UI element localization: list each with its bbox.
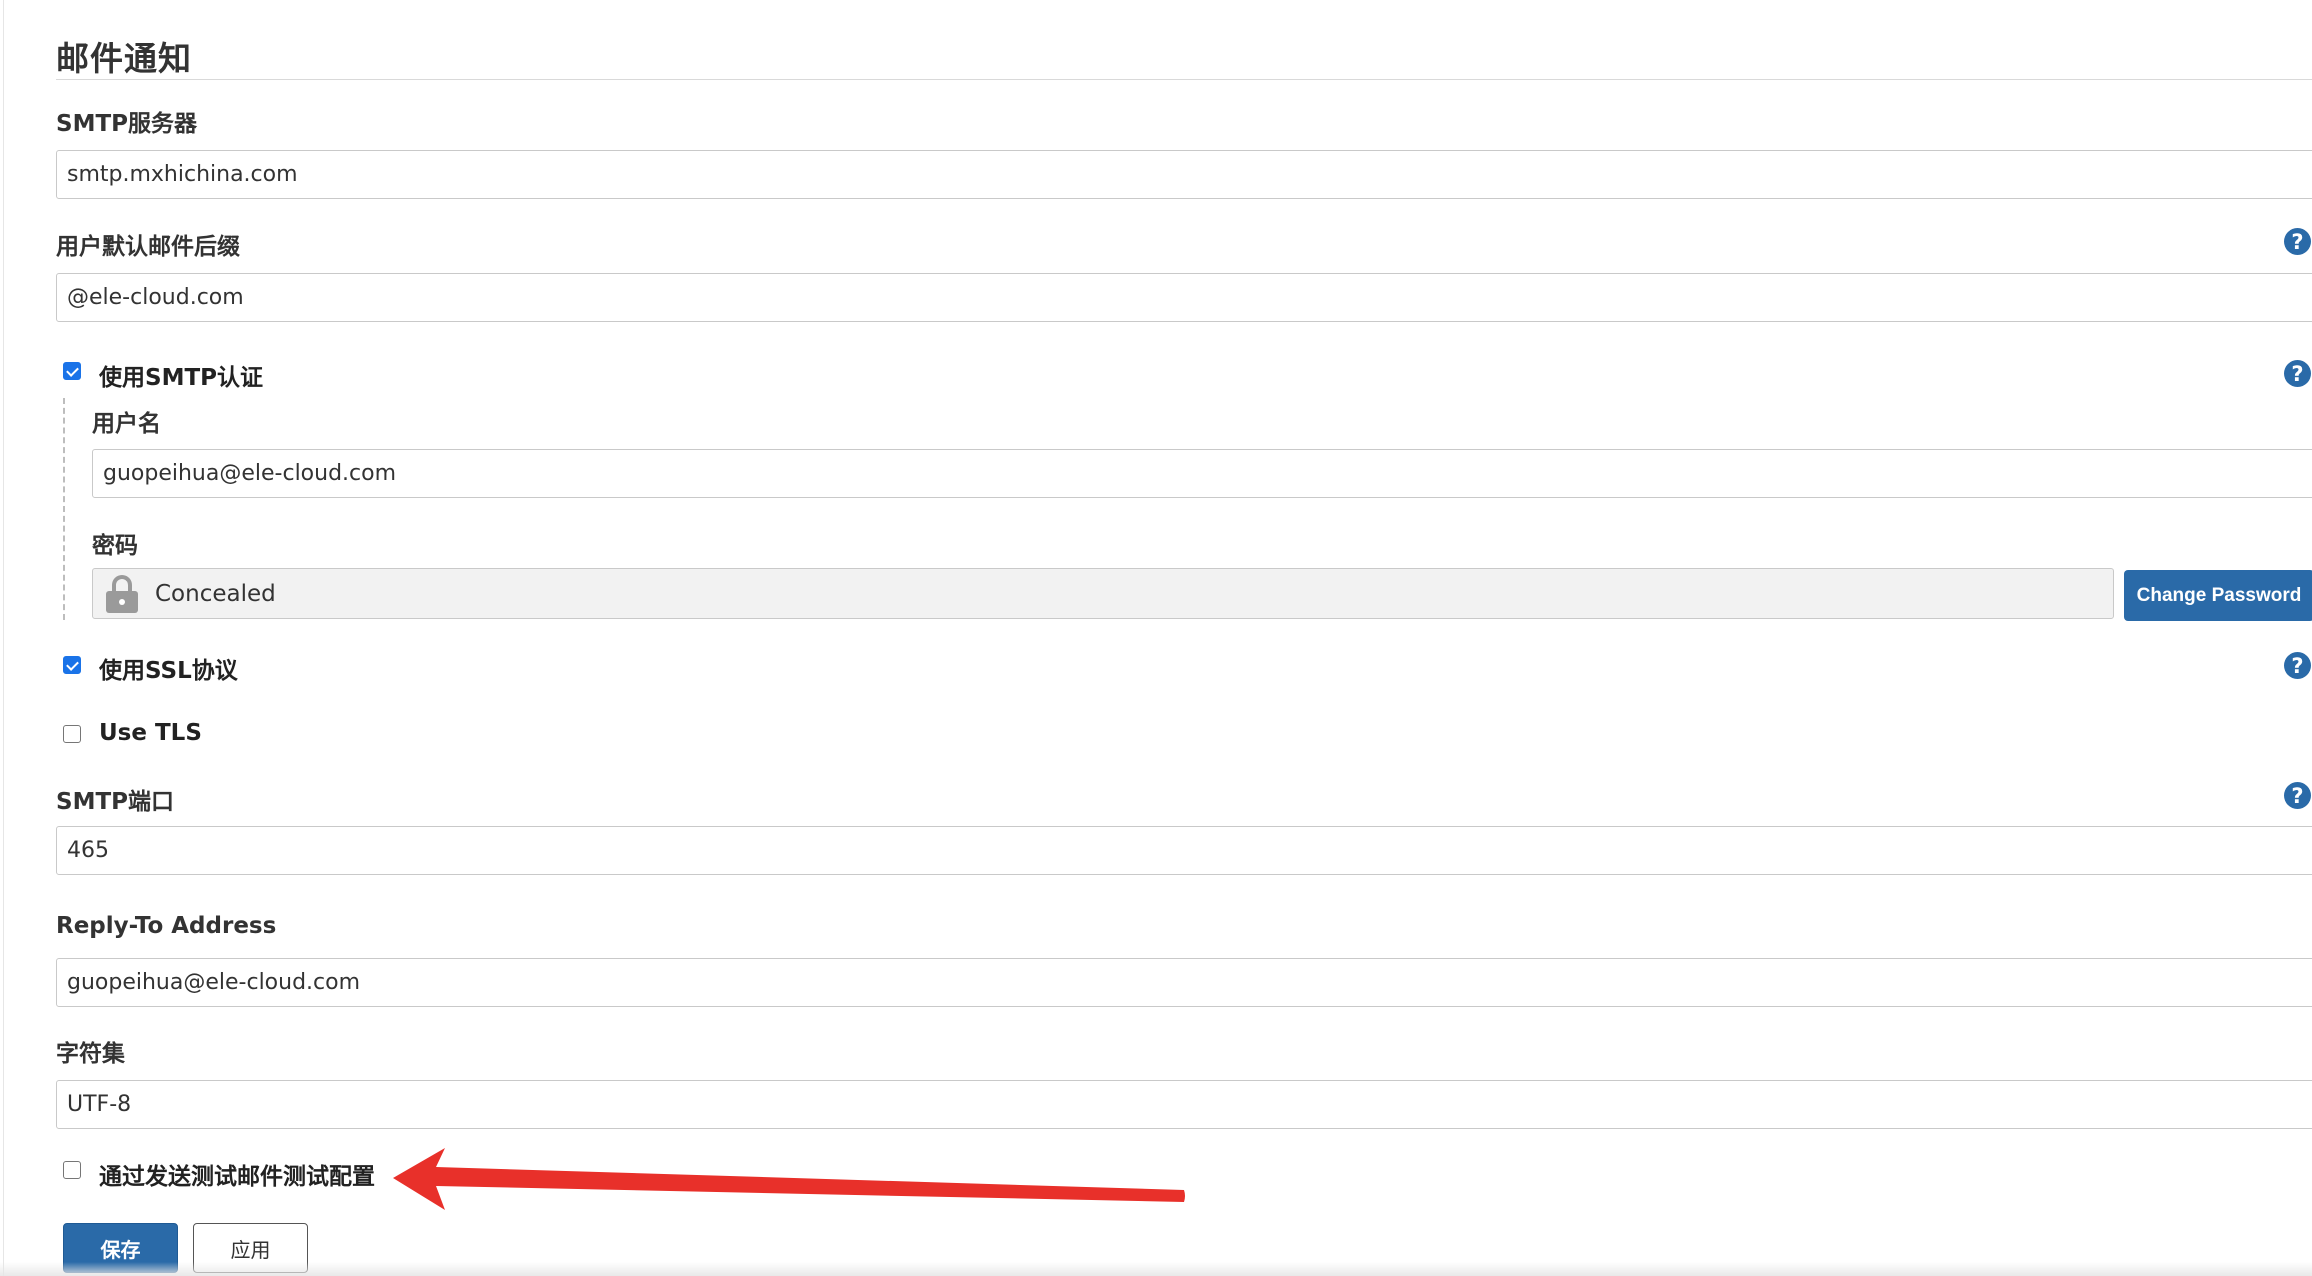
default-suffix-input[interactable]: @ele-cloud.com — [56, 273, 2312, 322]
section-divider — [56, 79, 2312, 80]
test-config-label: 通过发送测试邮件测试配置 — [99, 1164, 375, 1190]
help-icon[interactable]: ? — [2284, 652, 2311, 679]
username-label: 用户名 — [92, 411, 161, 437]
page-left-border — [3, 0, 4, 1276]
use-ssl-checkbox[interactable] — [63, 656, 81, 674]
help-icon[interactable]: ? — [2284, 360, 2311, 387]
use-tls-label: Use TLS — [99, 720, 202, 746]
smtp-auth-label: 使用SMTP认证 — [99, 365, 263, 391]
username-input[interactable]: guopeihua@ele-cloud.com — [92, 449, 2312, 498]
use-ssl-label: 使用SSL协议 — [99, 658, 238, 684]
nested-section-guide — [63, 398, 65, 620]
reply-to-label: Reply-To Address — [56, 913, 277, 939]
concealed-text: Concealed — [155, 580, 276, 607]
smtp-server-input[interactable]: smtp.mxhichina.com — [56, 150, 2312, 199]
lock-icon — [105, 574, 139, 614]
help-icon[interactable]: ? — [2284, 782, 2311, 809]
password-concealed-field: Concealed — [92, 568, 2114, 619]
help-icon[interactable]: ? — [2284, 228, 2311, 255]
smtp-auth-checkbox[interactable] — [63, 362, 81, 380]
smtp-server-label: SMTP服务器 — [56, 111, 197, 137]
change-password-button[interactable]: Change Password — [2124, 570, 2312, 621]
use-tls-checkbox[interactable] — [63, 725, 81, 743]
default-suffix-label: 用户默认邮件后缀 — [56, 234, 240, 260]
charset-input[interactable]: UTF-8 — [56, 1080, 2312, 1129]
bottom-bar-shadow — [0, 1262, 2312, 1276]
smtp-port-input[interactable]: 465 — [56, 826, 2312, 875]
password-label: 密码 — [92, 533, 138, 559]
smtp-port-label: SMTP端口 — [56, 789, 174, 815]
reply-to-input[interactable]: guopeihua@ele-cloud.com — [56, 958, 2312, 1007]
section-title: 邮件通知 — [56, 39, 192, 78]
charset-label: 字符集 — [56, 1041, 125, 1067]
test-config-checkbox[interactable] — [63, 1161, 81, 1179]
